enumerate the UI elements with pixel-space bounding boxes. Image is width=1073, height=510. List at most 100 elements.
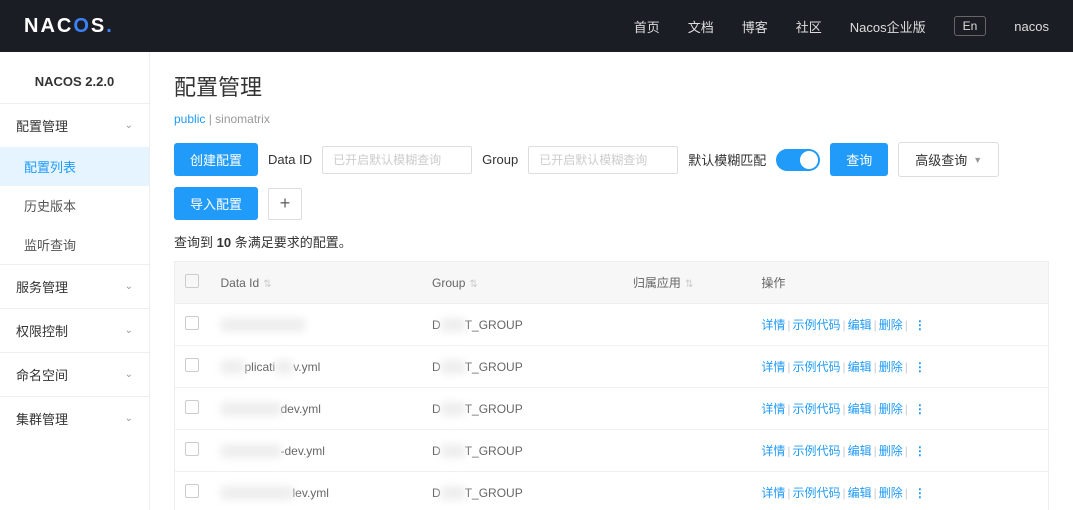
submenu-配置列表[interactable]: 配置列表 [0, 147, 149, 186]
more-icon[interactable]: ⋮ [914, 402, 927, 416]
more-icon[interactable]: ⋮ [914, 318, 927, 332]
select-all-checkbox[interactable] [185, 274, 199, 288]
op-detail[interactable]: 详情 [761, 444, 785, 458]
op-sample[interactable]: 示例代码 [792, 360, 840, 374]
menu-配置管理[interactable]: 配置管理⌄ [0, 104, 149, 147]
chevron-down-icon: ▼ [973, 155, 982, 165]
table-row: xxxxplicatixxxv.ymlDxxxxT_GROUP详情|示例代码|编… [175, 346, 1049, 388]
chevron-down-icon: ⌄ [125, 120, 133, 131]
sort-icon: ⇅ [685, 279, 693, 290]
main-content: 配置管理 public | sinomatrix 创建配置 Data ID Gr… [150, 52, 1073, 510]
dataid-input[interactable] [322, 146, 472, 174]
col-dataid[interactable]: Data Id⇅ [211, 262, 423, 304]
cell-dataid: xxxxxxxxxxxxxx [211, 304, 423, 346]
cell-dataid: xxxxxxxxxxxxlev.yml [211, 472, 423, 510]
crumb-public[interactable]: public [174, 112, 205, 126]
menu-服务管理[interactable]: 服务管理⌄ [0, 265, 149, 308]
op-edit[interactable]: 编辑 [848, 486, 872, 500]
cell-group: DxxxxT_GROUP [422, 346, 623, 388]
cell-dataid: xxxxplicatixxxv.yml [211, 346, 423, 388]
result-count: 查询到 10 条满足要求的配置。 [174, 232, 1049, 251]
submenu-历史版本[interactable]: 历史版本 [0, 186, 149, 225]
cell-app [623, 388, 751, 430]
table-row: xxxxxxxxxxxxlev.ymlDxxxxT_GROUP详情|示例代码|编… [175, 472, 1049, 510]
nav-docs[interactable]: 文档 [688, 17, 714, 36]
lang-switch[interactable]: En [954, 16, 987, 36]
op-delete[interactable]: 删除 [879, 402, 903, 416]
nav-home[interactable]: 首页 [634, 17, 660, 36]
op-detail[interactable]: 详情 [761, 486, 785, 500]
op-detail[interactable]: 详情 [761, 318, 785, 332]
menu-集群管理[interactable]: 集群管理⌄ [0, 397, 149, 440]
nav-enterprise[interactable]: Nacos企业版 [850, 17, 926, 36]
cell-group: DxxxxT_GROUP [422, 304, 623, 346]
cell-group: DxxxxT_GROUP [422, 472, 623, 510]
sort-icon: ⇅ [469, 279, 477, 290]
nav-community[interactable]: 社区 [796, 17, 822, 36]
add-button[interactable]: + [268, 188, 302, 220]
page-title: 配置管理 [174, 70, 1049, 102]
op-sample[interactable]: 示例代码 [792, 444, 840, 458]
more-icon[interactable]: ⋮ [914, 486, 927, 500]
cell-app [623, 472, 751, 510]
nav-blog[interactable]: 博客 [742, 17, 768, 36]
row-checkbox[interactable] [185, 484, 199, 498]
menu-命名空间[interactable]: 命名空间⌄ [0, 353, 149, 396]
more-icon[interactable]: ⋮ [914, 444, 927, 458]
sort-icon: ⇅ [263, 279, 271, 290]
op-edit[interactable]: 编辑 [848, 444, 872, 458]
app-header: NACOS. 首页 文档 博客 社区 Nacos企业版 En nacos [0, 0, 1073, 52]
cell-app [623, 346, 751, 388]
op-edit[interactable]: 编辑 [848, 318, 872, 332]
toolbar: 创建配置 Data ID Group 默认模糊匹配 查询 高级查询▼ 导入配置 … [174, 142, 1049, 220]
cell-dataid: xxxxxxxxxx-dev.yml [211, 430, 423, 472]
col-group[interactable]: Group⇅ [422, 262, 623, 304]
group-label: Group [482, 152, 518, 167]
config-table: Data Id⇅ Group⇅ 归属应用⇅ 操作 xxxxxxxxxxxxxxD… [174, 261, 1049, 510]
op-delete[interactable]: 删除 [879, 444, 903, 458]
table-row: xxxxxxxxxxdev.ymlDxxxxT_GROUP详情|示例代码|编辑|… [175, 388, 1049, 430]
import-config-button[interactable]: 导入配置 [174, 187, 258, 220]
op-edit[interactable]: 编辑 [848, 402, 872, 416]
create-config-button[interactable]: 创建配置 [174, 143, 258, 176]
op-delete[interactable]: 删除 [879, 486, 903, 500]
query-button[interactable]: 查询 [830, 143, 888, 176]
op-delete[interactable]: 删除 [879, 360, 903, 374]
cell-group: DxxxxT_GROUP [422, 430, 623, 472]
sidebar: NACOS 2.2.0 配置管理⌄配置列表历史版本监听查询服务管理⌄权限控制⌄命… [0, 52, 150, 510]
menu-权限控制[interactable]: 权限控制⌄ [0, 309, 149, 352]
chevron-right-icon: ⌄ [125, 325, 133, 336]
row-checkbox[interactable] [185, 316, 199, 330]
op-sample[interactable]: 示例代码 [792, 318, 840, 332]
op-sample[interactable]: 示例代码 [792, 402, 840, 416]
logo[interactable]: NACOS. [24, 15, 114, 38]
row-checkbox[interactable] [185, 400, 199, 414]
advanced-query-button[interactable]: 高级查询▼ [898, 142, 999, 177]
cell-group: DxxxxT_GROUP [422, 388, 623, 430]
op-detail[interactable]: 详情 [761, 402, 785, 416]
user-name[interactable]: nacos [1014, 19, 1049, 34]
dataid-label: Data ID [268, 152, 312, 167]
op-delete[interactable]: 删除 [879, 318, 903, 332]
chevron-right-icon: ⌄ [125, 413, 133, 424]
breadcrumb: public | sinomatrix [174, 112, 1049, 126]
row-checkbox[interactable] [185, 358, 199, 372]
op-detail[interactable]: 详情 [761, 360, 785, 374]
crumb-current: sinomatrix [215, 112, 270, 126]
more-icon[interactable]: ⋮ [914, 360, 927, 374]
version-label: NACOS 2.2.0 [0, 60, 149, 103]
row-checkbox[interactable] [185, 442, 199, 456]
cell-app [623, 304, 751, 346]
group-input[interactable] [528, 146, 678, 174]
op-edit[interactable]: 编辑 [848, 360, 872, 374]
submenu-监听查询[interactable]: 监听查询 [0, 225, 149, 264]
table-row: xxxxxxxxxx-dev.ymlDxxxxT_GROUP详情|示例代码|编辑… [175, 430, 1049, 472]
col-ops: 操作 [751, 262, 1048, 304]
fuzzy-toggle[interactable] [776, 149, 820, 171]
chevron-right-icon: ⌄ [125, 369, 133, 380]
col-app[interactable]: 归属应用⇅ [623, 262, 751, 304]
chevron-right-icon: ⌄ [125, 281, 133, 292]
op-sample[interactable]: 示例代码 [792, 486, 840, 500]
fuzzy-label: 默认模糊匹配 [688, 150, 766, 169]
top-nav: 首页 文档 博客 社区 Nacos企业版 En nacos [634, 16, 1049, 36]
